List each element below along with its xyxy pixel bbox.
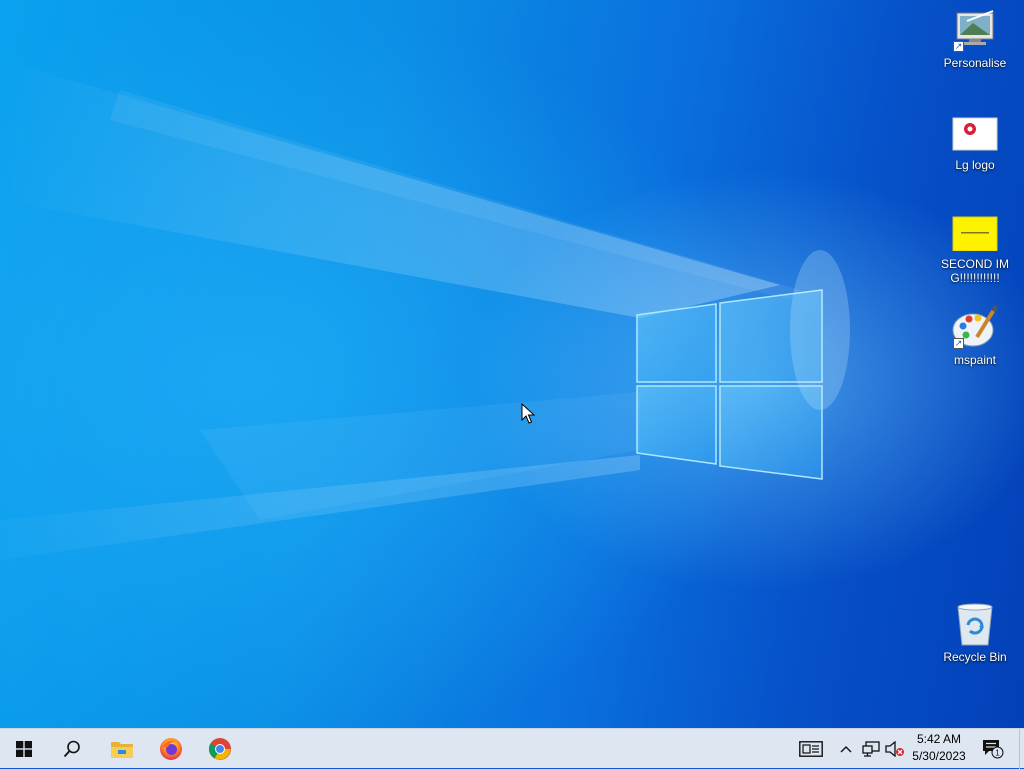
news-widget-button[interactable]	[796, 729, 826, 769]
firefox-icon	[160, 738, 182, 760]
wallpaper-light-beams	[0, 60, 850, 560]
action-center-icon: 1	[983, 740, 1004, 759]
network-icon	[862, 741, 880, 757]
taskbar-file-explorer[interactable]	[98, 729, 146, 769]
desktop-icon-label: mspaint	[953, 353, 997, 367]
volume-button[interactable]	[884, 729, 906, 769]
start-button[interactable]	[0, 729, 48, 769]
taskbar-clock[interactable]: 5:42 AM 5/30/2023	[906, 731, 972, 767]
search-button[interactable]	[48, 729, 96, 769]
image-file-icon	[951, 110, 999, 154]
windows-start-icon	[16, 741, 32, 757]
windows-logo-graphic	[636, 289, 823, 480]
taskbar: 5:42 AM 5/30/2023 1	[0, 728, 1024, 769]
desktop-icon-personalise[interactable]: ↗ Personalise	[937, 8, 1013, 70]
taskbar-firefox[interactable]	[147, 729, 195, 769]
clock-date: 5/30/2023	[912, 749, 966, 763]
desktop-icon-recycle-bin[interactable]: Recycle Bin	[937, 602, 1013, 664]
chevron-up-icon	[840, 746, 852, 753]
chrome-icon	[209, 738, 231, 760]
taskbar-chrome[interactable]	[196, 729, 244, 769]
shortcut-arrow-icon: ↗	[953, 338, 964, 349]
desktop-icon-second-img[interactable]: SECOND IMG!!!!!!!!!!!!	[937, 209, 1013, 285]
desktop-wallpaper[interactable]: ↗ Personalise Lg logo SECOND IMG!!!!!!!!…	[0, 0, 1024, 728]
network-button[interactable]	[860, 729, 882, 769]
search-icon	[63, 740, 80, 758]
show-desktop-button[interactable]	[1019, 729, 1024, 769]
mouse-cursor-icon	[521, 403, 535, 424]
desktop-icon-label: SECOND IMG!!!!!!!!!!!!	[940, 257, 1009, 285]
paint-palette-icon: ↗	[951, 304, 999, 349]
volume-muted-icon	[885, 741, 904, 757]
clock-time: 5:42 AM	[916, 732, 962, 746]
shortcut-arrow-icon: ↗	[953, 41, 964, 52]
news-widget-icon	[799, 741, 823, 757]
recycle-bin-icon	[951, 602, 999, 646]
desktop-icon-label: Recycle Bin	[943, 650, 1007, 664]
desktop-icon-label: Personalise	[943, 56, 1007, 70]
desktop-icon-label: Lg logo	[955, 158, 995, 172]
file-explorer-icon	[111, 742, 133, 758]
notification-count: 1	[995, 749, 1000, 758]
desktop-icon-mspaint[interactable]: ↗ mspaint	[937, 304, 1013, 367]
desktop-icon-lg-logo[interactable]: Lg logo	[937, 110, 1013, 172]
image-file-icon	[951, 209, 999, 253]
action-center-button[interactable]: 1	[978, 729, 1008, 769]
personalise-shortcut-icon: ↗	[951, 8, 999, 52]
show-hidden-icons-button[interactable]	[836, 729, 856, 769]
